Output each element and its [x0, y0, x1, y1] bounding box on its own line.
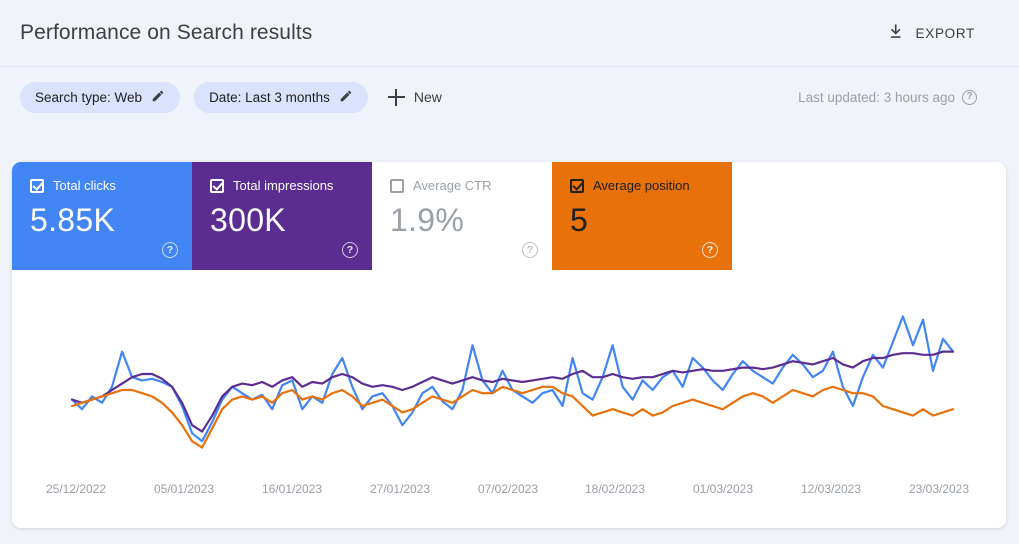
help-icon[interactable]: ? [962, 89, 977, 105]
filter-chip-search-type-label: Search type: Web [35, 89, 143, 105]
pencil-icon [151, 89, 165, 106]
metric-card-header: Total clicks [30, 178, 176, 193]
metric-value-total-impressions: 300K [210, 202, 286, 238]
metric-value-total-clicks: 5.85K [30, 202, 116, 238]
help-icon[interactable]: ? [342, 242, 358, 258]
plus-icon [387, 88, 405, 106]
x-axis-tick-label: 16/01/2023 [261, 482, 323, 496]
last-updated-label: Last updated: 3 hours ago [798, 89, 955, 105]
new-filter-button[interactable]: New [382, 82, 452, 113]
x-axis-tick-label: 27/01/2023 [369, 482, 431, 496]
x-axis-tick-label: 07/02/2023 [477, 482, 539, 496]
metric-card-average-position[interactable]: Average position 5 ? [552, 162, 732, 270]
performance-chart[interactable]: 25/12/2022 05/01/2023 16/01/2023 27/01/2023… [12, 270, 1006, 528]
chart-line-total-clicks [70, 315, 955, 443]
new-filter-label: New [413, 89, 442, 105]
filter-chip-search-type[interactable]: Search type: Web [20, 81, 181, 113]
checkbox-total-impressions[interactable] [210, 178, 224, 193]
header-actions: EXPORT [885, 18, 999, 48]
help-icon[interactable]: ? [702, 242, 718, 258]
metric-card-average-ctr[interactable]: Average CTR 1.9% ? [372, 162, 552, 270]
x-axis-tick-label: 05/01/2023 [153, 482, 215, 496]
metric-cards: Total clicks 5.85K ? Total impressions 3… [12, 162, 1006, 270]
x-axis-tick-label: 25/12/2022 [45, 482, 107, 496]
pencil-icon [339, 89, 353, 106]
page-title: Performance on Search results [20, 21, 313, 44]
filter-chip-date-label: Date: Last 3 months [209, 89, 330, 105]
metric-label-total-impressions: Total impressions [233, 178, 334, 193]
metric-card-header: Average position [570, 178, 716, 193]
metric-label-average-ctr: Average CTR [413, 178, 492, 193]
help-icon[interactable]: ? [162, 242, 178, 258]
performance-panel: Total clicks 5.85K ? Total impressions 3… [12, 162, 1006, 528]
x-axis-tick-label: 01/03/2023 [692, 482, 754, 496]
metric-card-total-clicks[interactable]: Total clicks 5.85K ? [12, 162, 192, 270]
metric-label-average-position: Average position [593, 178, 690, 193]
filter-chip-date[interactable]: Date: Last 3 months [194, 81, 368, 113]
x-axis-tick-label: 18/02/2023 [584, 482, 646, 496]
metric-card-total-impressions[interactable]: Total impressions 300K ? [192, 162, 372, 270]
metric-value-average-ctr: 1.9% [390, 202, 465, 238]
checkbox-total-clicks[interactable] [30, 178, 44, 193]
help-icon[interactable]: ? [522, 242, 538, 258]
last-updated: Last updated: 3 hours ago ? [798, 89, 999, 105]
checkbox-average-position[interactable] [570, 178, 584, 193]
metric-card-header: Total impressions [210, 178, 356, 193]
checkbox-average-ctr[interactable] [390, 178, 404, 193]
metric-value-average-position: 5 [570, 202, 589, 238]
metric-card-header: Average CTR [390, 178, 536, 193]
page-header: Performance on Search results EXPORT [0, 0, 1019, 66]
chart-x-axis: 25/12/2022 05/01/2023 16/01/2023 27/01/2023… [12, 482, 1006, 500]
download-icon [887, 22, 906, 44]
export-label: EXPORT [915, 25, 975, 41]
filter-bar: Search type: Web Date: Last 3 months New… [0, 67, 1019, 127]
x-axis-tick-label: 12/03/2023 [800, 482, 862, 496]
x-axis-tick-label: 23/03/2023 [908, 482, 970, 496]
export-button[interactable]: EXPORT [885, 18, 977, 48]
metric-label-total-clicks: Total clicks [53, 178, 116, 193]
